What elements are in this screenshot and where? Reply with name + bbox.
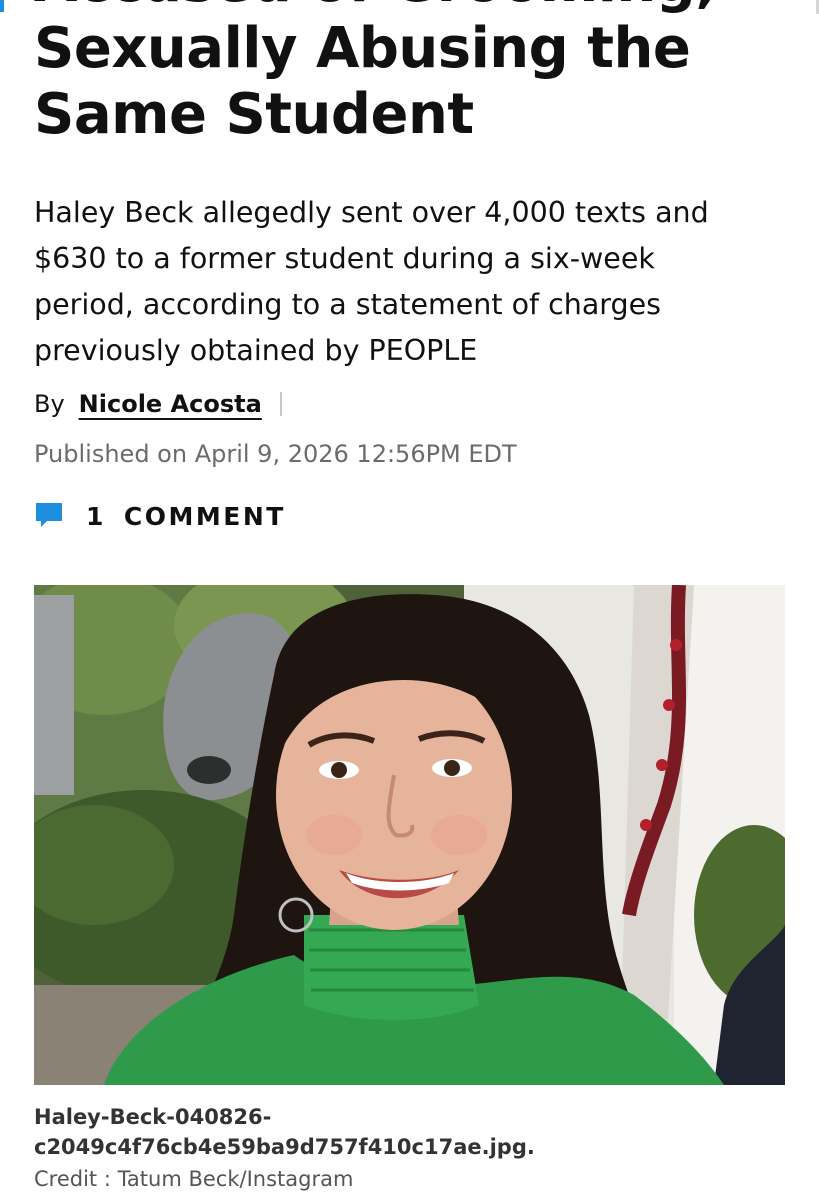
article-dek: Haley Beck allegedly sent over 4,000 tex…	[34, 190, 794, 374]
article-photo[interactable]	[34, 585, 785, 1085]
image-filename-caption: Haley-Beck-040826- c2049c4f76cb4e59ba9d7…	[34, 1102, 794, 1162]
dek-line: Haley Beck allegedly sent over 4,000 tex…	[34, 196, 709, 229]
scroll-edge-marker	[0, 0, 4, 12]
byline-prefix: By	[34, 390, 65, 418]
dek-line: previously obtained by PEOPLE	[34, 334, 478, 367]
byline: By Nicole Acosta	[34, 386, 282, 422]
caption-line: Haley-Beck-040826-	[34, 1105, 272, 1129]
article-page: Accused of Grooming, Sexually Abusing th…	[0, 0, 819, 1200]
portrait-image	[34, 585, 785, 1085]
caption-line: c2049c4f76cb4e59ba9d757f410c17ae.jpg.	[34, 1135, 535, 1159]
headline-line: Accused of Grooming,	[34, 0, 794, 16]
article-headline: Accused of Grooming, Sexually Abusing th…	[34, 0, 794, 148]
published-date: Published on April 9, 2026 12:56PM EDT	[34, 440, 517, 468]
image-credit: Credit : Tatum Beck/Instagram	[34, 1167, 354, 1191]
dek-line: $630 to a former student during a six-we…	[34, 242, 655, 275]
comments-button[interactable]: 1 COMMENT	[34, 498, 286, 534]
comment-bubble-icon	[36, 503, 62, 527]
comment-label: COMMENT	[123, 501, 286, 531]
headline-line: Sexually Abusing the	[34, 16, 691, 81]
comment-count: 1	[86, 501, 106, 531]
dek-line: period, according to a statement of char…	[34, 288, 661, 321]
byline-divider	[279, 392, 282, 416]
author-link[interactable]: Nicole Acosta	[79, 390, 262, 418]
headline-line: Same Student	[34, 82, 474, 147]
